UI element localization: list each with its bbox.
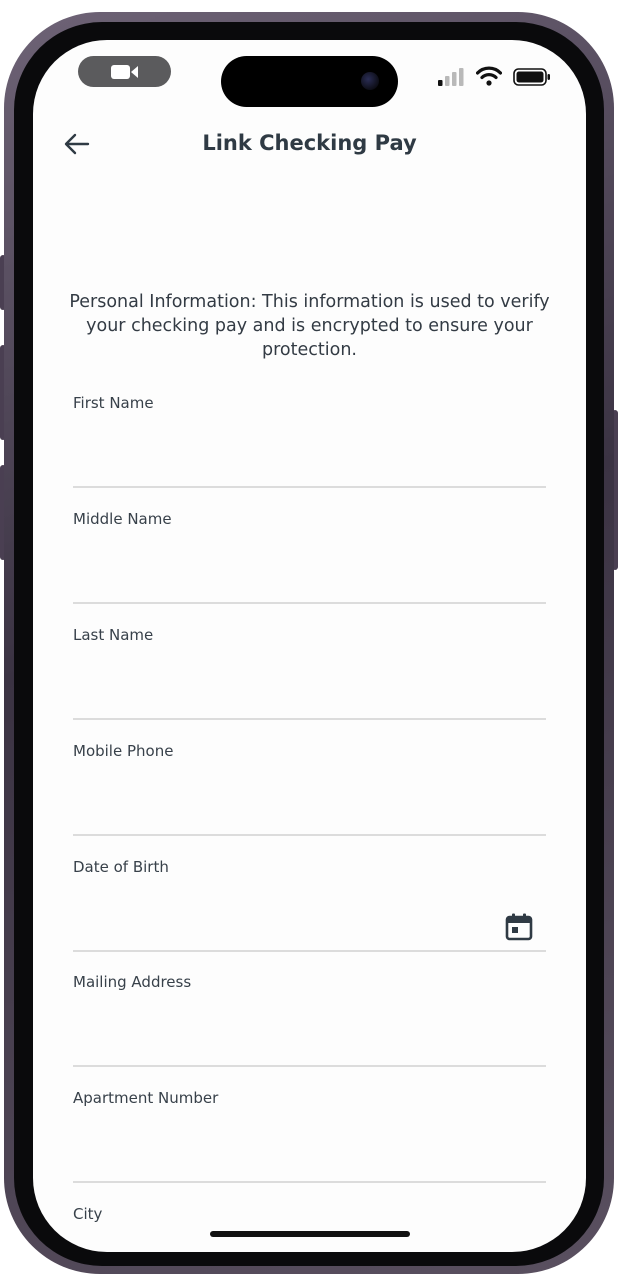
wifi-icon <box>476 66 502 86</box>
calendar-icon[interactable] <box>504 912 534 942</box>
signal-icon <box>438 68 464 86</box>
intro-text: Personal Information: This information i… <box>69 292 550 360</box>
city-input[interactable] <box>73 1243 546 1252</box>
mailing-address-field: Mailing Address <box>73 971 546 1067</box>
middle-name-input[interactable] <box>73 548 546 590</box>
apartment-number-input[interactable] <box>73 1127 546 1169</box>
first-name-field: First Name <box>73 392 546 488</box>
home-indicator[interactable] <box>210 1231 410 1237</box>
middle-name-label: Middle Name <box>73 510 172 528</box>
mobile-phone-field: Mobile Phone <box>73 740 546 836</box>
front-camera <box>361 72 379 90</box>
video-camera-icon <box>111 65 138 79</box>
last-name-field: Last Name <box>73 624 546 720</box>
city-field: City <box>73 1203 546 1252</box>
mobile-phone-input[interactable] <box>73 780 546 822</box>
apartment-number-label: Apartment Number <box>73 1089 219 1107</box>
screen-recording-pill[interactable] <box>78 56 171 87</box>
screen: Link Checking Pay Personal Information: … <box>33 40 586 1252</box>
page-title: Link Checking Pay <box>202 131 417 155</box>
date-of-birth-input[interactable] <box>73 896 493 938</box>
apartment-number-field: Apartment Number <box>73 1087 546 1183</box>
last-name-label: Last Name <box>73 626 154 644</box>
mobile-phone-label: Mobile Phone <box>73 742 174 760</box>
date-of-birth-label: Date of Birth <box>73 858 169 876</box>
dynamic-island <box>221 56 398 107</box>
date-of-birth-field: Date of Birth <box>73 856 546 952</box>
city-label: City <box>73 1205 103 1223</box>
first-name-input[interactable] <box>73 432 546 474</box>
battery-icon <box>513 68 550 86</box>
mailing-address-input[interactable] <box>73 1011 546 1053</box>
first-name-label: First Name <box>73 394 154 412</box>
middle-name-field: Middle Name <box>73 508 546 604</box>
mailing-address-label: Mailing Address <box>73 973 192 991</box>
last-name-input[interactable] <box>73 664 546 706</box>
